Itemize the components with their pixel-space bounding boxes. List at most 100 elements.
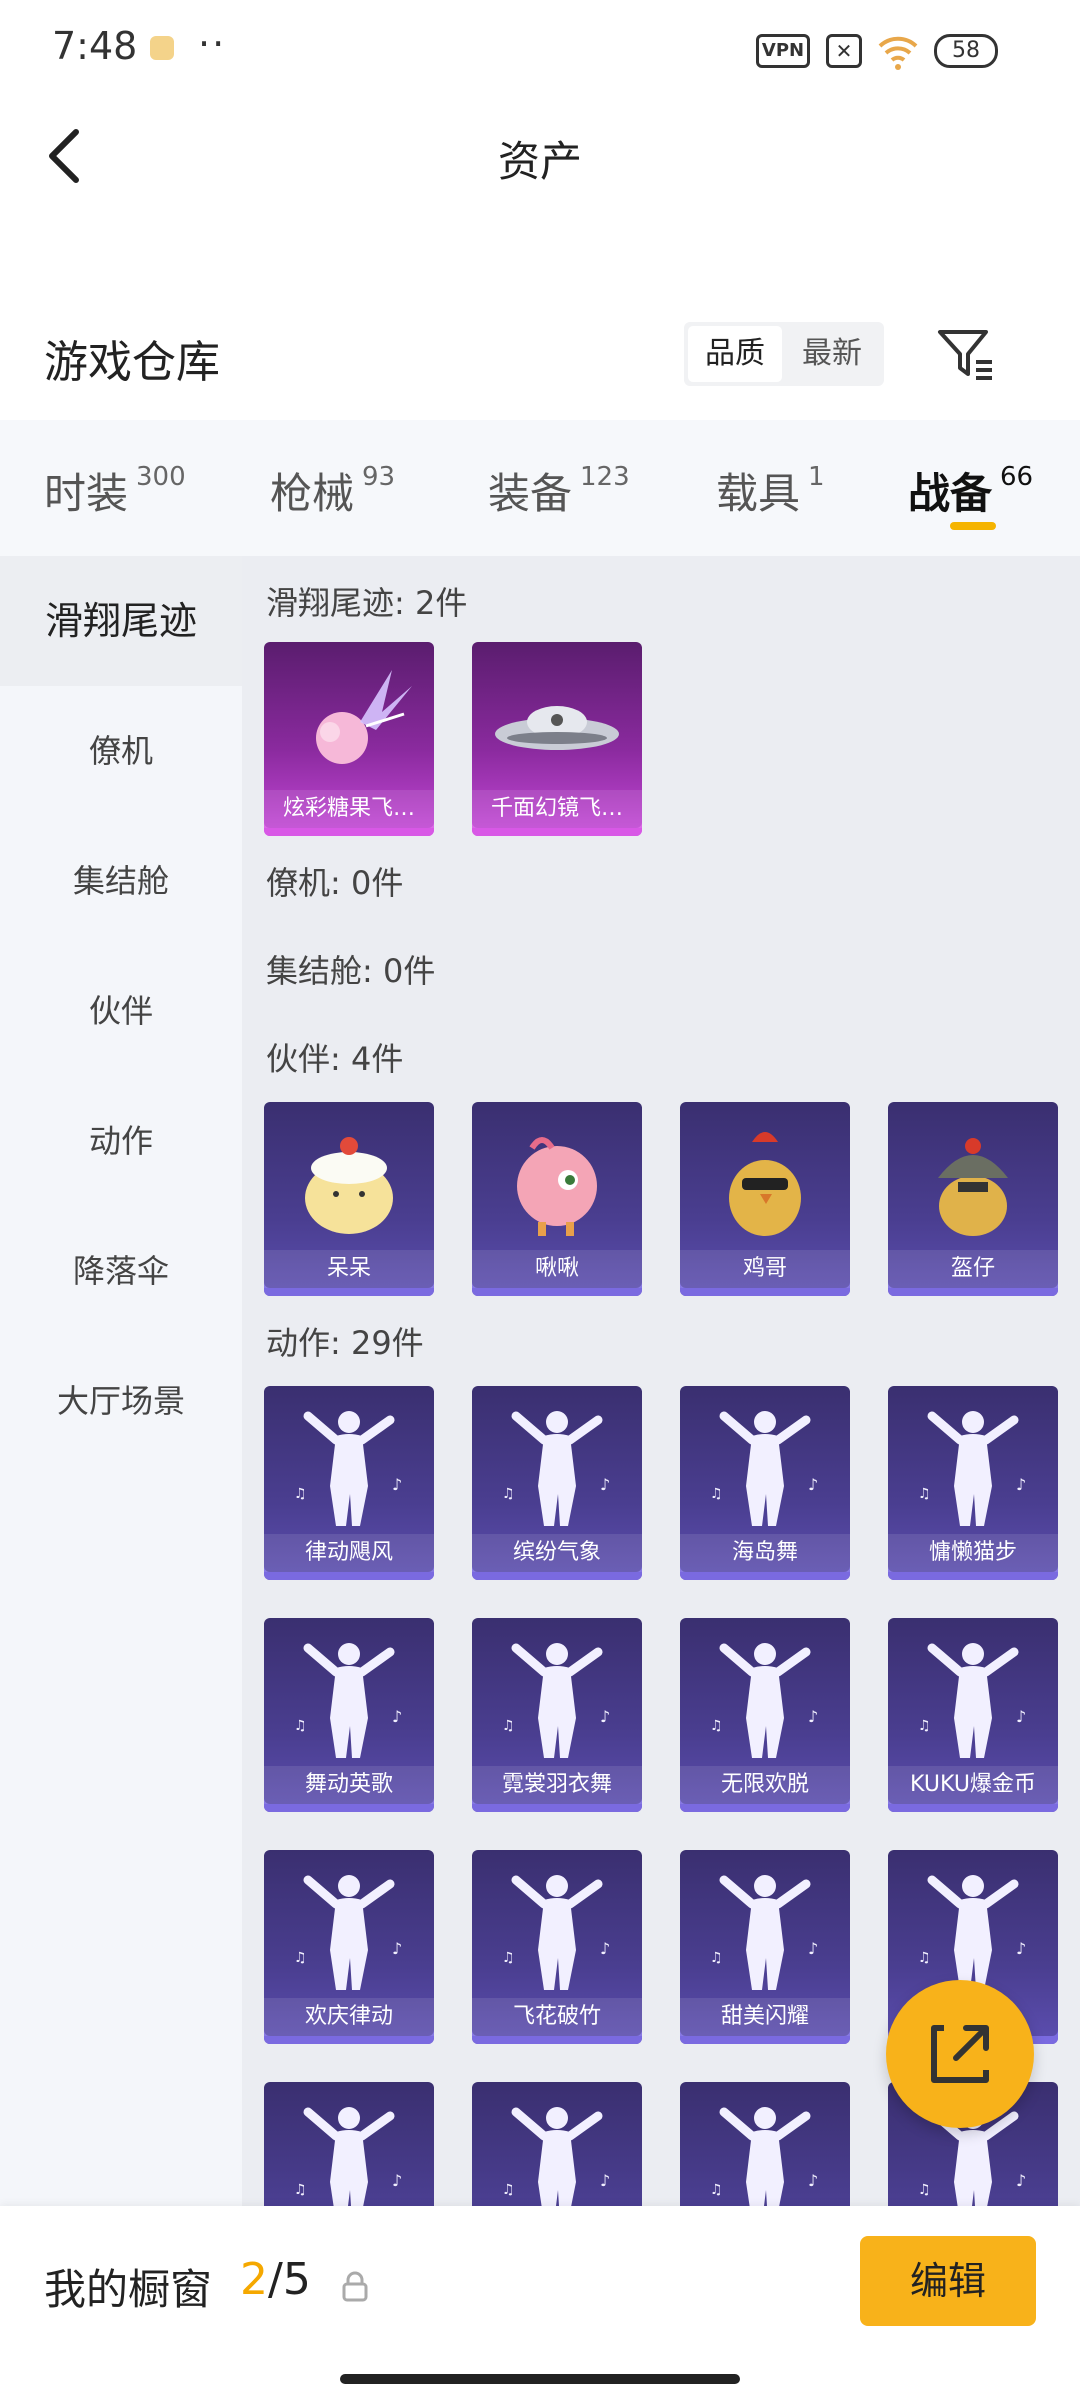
category-tabs: 时装 300 枪械 93 装备 123 载具 1 战备 66 (0, 420, 1080, 556)
sort-quality-button[interactable]: 品质 (688, 326, 782, 382)
emote-image: ♪♫ (918, 1875, 1026, 1990)
section-title-emote: 动作: 29件 (266, 1324, 424, 1362)
item-card[interactable]: 炫彩糖果飞… (264, 642, 434, 836)
showcase-bar: 我的橱窗 2/5 编辑 (0, 2206, 1080, 2400)
item-label: 炫彩糖果飞… (264, 790, 434, 828)
item-card[interactable]: 呆呆 (264, 1102, 434, 1296)
item-card[interactable]: ♪ ♫ 无限欢脱 (680, 1618, 850, 1812)
item-label: 呆呆 (264, 1250, 434, 1288)
tab-equipment[interactable]: 装备 123 (488, 460, 630, 521)
item-card[interactable]: ♪ ♫ (472, 2082, 642, 2206)
svg-text:♪: ♪ (808, 2171, 818, 2190)
svg-text:♪: ♪ (1016, 2171, 1026, 2190)
sidebar-item-capsule[interactable]: 集结舱 (0, 816, 242, 946)
emote-image: ♪♫ (502, 1643, 610, 1758)
emote-image: ♪♫ (710, 1411, 818, 1526)
item-label: 欢庆律动 (264, 1998, 434, 2036)
sidebar-item-glide-trail[interactable]: 滑翔尾迹 (0, 556, 242, 686)
sidebar-item-lobby-scene[interactable]: 大厅场景 (0, 1336, 242, 1466)
svg-text:♪: ♪ (392, 1939, 402, 1958)
svg-text:♫: ♫ (710, 1718, 723, 1734)
section-title-capsule: 集结舱: 0件 (266, 952, 436, 990)
edit-button[interactable]: 编辑 (860, 2236, 1036, 2326)
tab-vehicles[interactable]: 载具 1 (716, 460, 825, 521)
sidebar-item-wingman[interactable]: 僚机 (0, 686, 242, 816)
tab-label: 战备 (908, 469, 993, 518)
item-card[interactable]: ♪ ♫ 律动飓风 (264, 1386, 434, 1580)
sort-newest-button[interactable]: 最新 (784, 322, 880, 386)
item-grid-panel: 滑翔尾迹: 2件 炫彩糖果飞… 千面幻镜飞… 僚机: 0件 集结舱: 0件 伙伴… (242, 556, 1080, 2206)
item-card[interactable]: 盔仔 (888, 1102, 1058, 1296)
no-sim-icon: ✕ (826, 34, 862, 68)
showcase-total: /5 (268, 2254, 311, 2305)
item-label: 慵懒猫步 (888, 1534, 1058, 1572)
tab-label: 装备 (488, 469, 573, 518)
item-card[interactable]: ♪ ♫ 慵懒猫步 (888, 1386, 1058, 1580)
item-card[interactable]: ♪ ♫ 飞花破竹 (472, 1850, 642, 2044)
item-card[interactable]: ♪ ♫ (264, 2082, 434, 2206)
tab-fashion[interactable]: 时装 300 (44, 460, 186, 521)
svg-text:♪: ♪ (392, 1475, 402, 1494)
tab-label: 枪械 (270, 469, 355, 518)
svg-text:♫: ♫ (710, 1486, 723, 1502)
svg-text:♪: ♪ (600, 1475, 610, 1494)
tab-combat-gear[interactable]: 战备 66 (908, 460, 1033, 521)
svg-text:♫: ♫ (710, 2182, 723, 2198)
item-card[interactable]: ♪ ♫ 甜美闪耀 (680, 1850, 850, 2044)
section-title-partner: 伙伴: 4件 (266, 1040, 404, 1078)
emote-image: ♪♫ (502, 1411, 610, 1526)
svg-text:♫: ♫ (294, 1718, 307, 1734)
item-card[interactable]: 鸡哥 (680, 1102, 850, 1296)
section-title-wingman: 僚机: 0件 (266, 864, 404, 902)
emote-image: ♪♫ (710, 1875, 818, 1990)
svg-text:♪: ♪ (808, 1707, 818, 1726)
tab-count: 300 (136, 462, 186, 492)
item-label: 千面幻镜飞… (472, 790, 642, 828)
item-label: 缤纷气象 (472, 1534, 642, 1572)
item-card[interactable]: 千面幻镜飞… (472, 642, 642, 836)
partner-image (305, 1137, 393, 1234)
tab-count: 93 (362, 462, 396, 492)
item-card[interactable]: ♪ ♫ KUKU爆金币 (888, 1618, 1058, 1812)
svg-text:♫: ♫ (294, 1950, 307, 1966)
svg-text:♫: ♫ (502, 1950, 515, 1966)
sidebar-item-emote[interactable]: 动作 (0, 1076, 242, 1206)
svg-text:♫: ♫ (502, 1718, 515, 1734)
sort-toggle: 品质 最新 (684, 322, 884, 386)
item-card[interactable]: 啾啾 (472, 1102, 642, 1296)
item-card[interactable]: ♪ ♫ 海岛舞 (680, 1386, 850, 1580)
item-label: 盔仔 (888, 1250, 1058, 1288)
partner-image (729, 1132, 801, 1236)
item-card[interactable]: ♪ ♫ 霓裳羽衣舞 (472, 1618, 642, 1812)
warehouse-title: 游戏仓库 (44, 337, 220, 388)
svg-text:♪: ♪ (600, 1707, 610, 1726)
tab-guns[interactable]: 枪械 93 (270, 460, 395, 521)
svg-text:♫: ♫ (918, 1950, 931, 1966)
item-card[interactable]: ♪ ♫ 欢庆律动 (264, 1850, 434, 2044)
svg-text:♫: ♫ (918, 1486, 931, 1502)
item-label: 甜美闪耀 (680, 1998, 850, 2036)
sidebar-item-partner[interactable]: 伙伴 (0, 946, 242, 1076)
item-label: 律动飓风 (264, 1534, 434, 1572)
wifi-icon (878, 36, 918, 70)
share-button[interactable] (886, 1980, 1034, 2128)
partner-image (517, 1137, 597, 1236)
emote-image: ♪♫ (294, 1411, 402, 1526)
item-card[interactable]: ♪ ♫ 舞动英歌 (264, 1618, 434, 1812)
showcase-current: 2 (240, 2254, 268, 2305)
item-label: 飞花破竹 (472, 1998, 642, 2036)
svg-text:♫: ♫ (710, 1950, 723, 1966)
item-label: 鸡哥 (680, 1250, 850, 1288)
svg-text:♪: ♪ (392, 2171, 402, 2190)
svg-text:♪: ♪ (1016, 1475, 1026, 1494)
item-label: 海岛舞 (680, 1534, 850, 1572)
tab-count: 1 (808, 462, 825, 492)
item-card[interactable]: ♪ ♫ 缤纷气象 (472, 1386, 642, 1580)
sidebar-item-parachute[interactable]: 降落伞 (0, 1206, 242, 1336)
item-card[interactable]: ♪ ♫ (680, 2082, 850, 2206)
tab-label: 载具 (716, 469, 801, 518)
svg-text:♫: ♫ (502, 1486, 515, 1502)
emote-image: ♪♫ (918, 1643, 1026, 1758)
filter-icon[interactable] (934, 322, 998, 386)
item-label: 霓裳羽衣舞 (472, 1766, 642, 1804)
